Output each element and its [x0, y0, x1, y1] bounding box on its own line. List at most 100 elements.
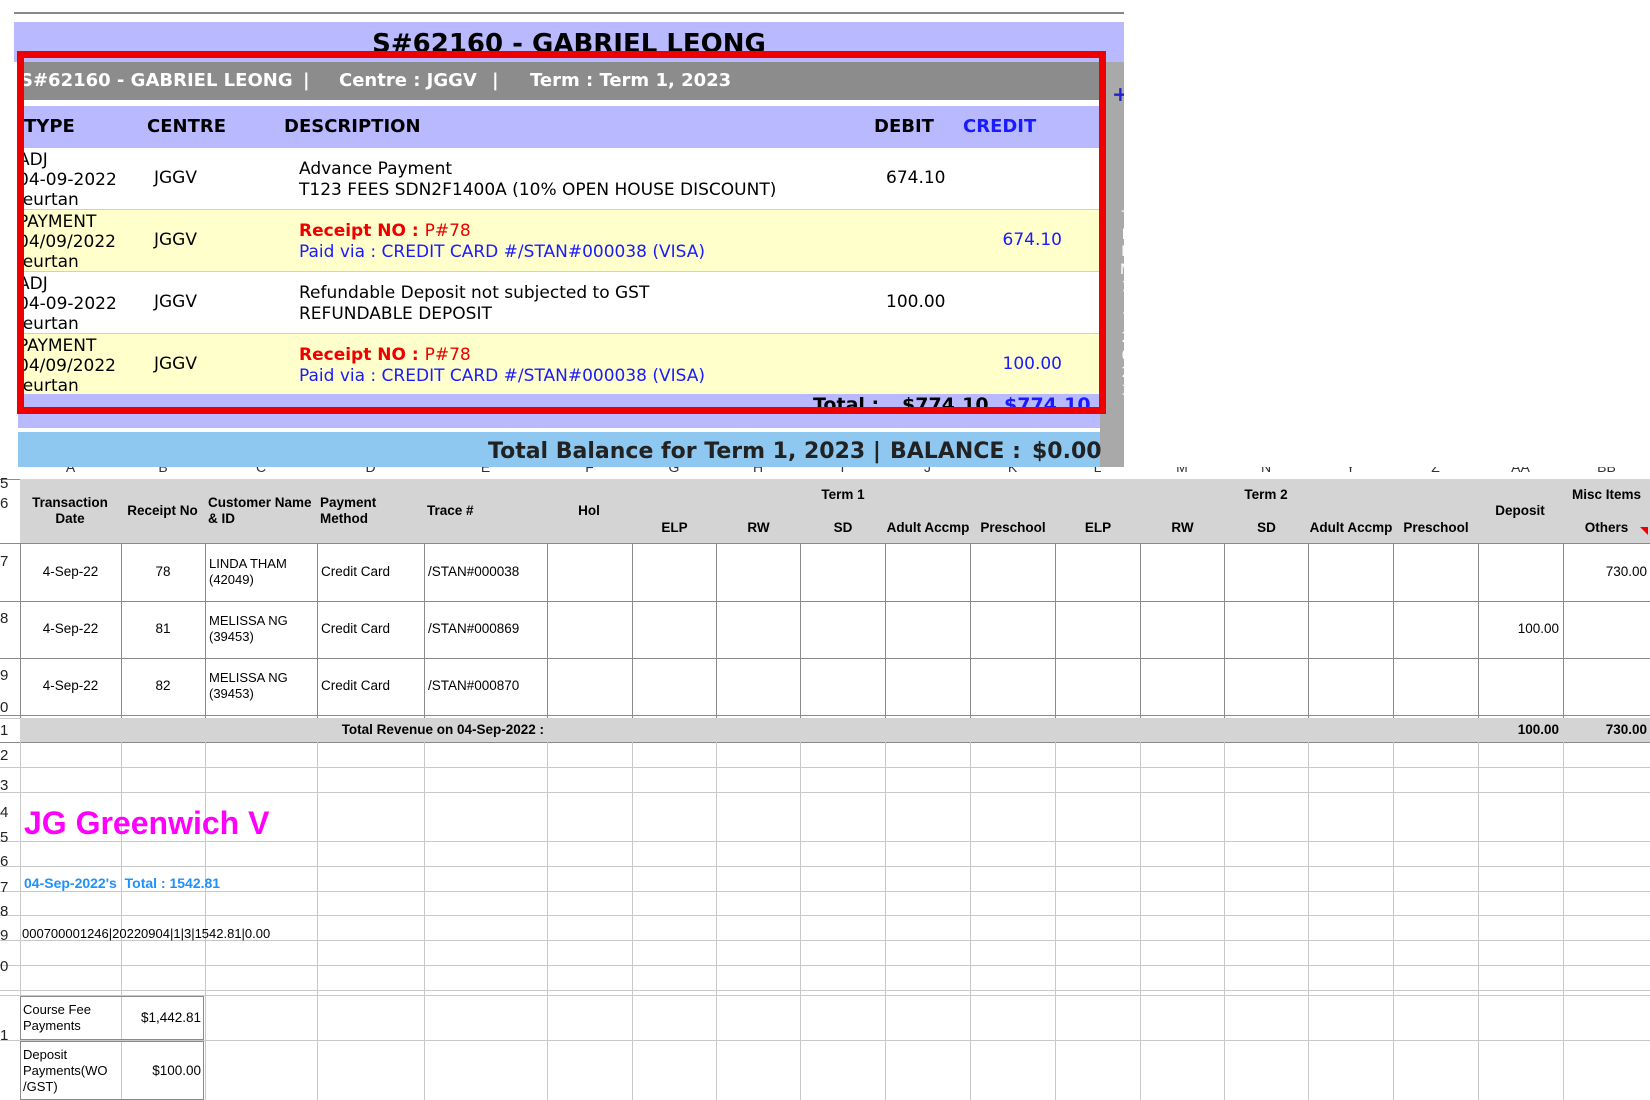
column-letter[interactable]: E [481, 467, 490, 475]
column-letter[interactable]: N [1261, 467, 1271, 475]
centre-title: JG Greenwich V [24, 805, 270, 841]
ledger-row: ADJ 04-09-2022 leurtan JGGV Advance Paym… [18, 148, 1100, 210]
row-centre: JGGV [154, 168, 197, 188]
row-type: ADJ 04-09-2022 leurtan [18, 150, 117, 210]
row-number[interactable]: 1 [0, 722, 14, 739]
info-bar: S#62160 - GABRIEL LEONG | Centre : JGGV … [18, 62, 1100, 100]
row-number[interactable]: 1 [0, 1027, 14, 1044]
column-letter[interactable]: I [841, 467, 845, 475]
hdr-hol: Hol [578, 503, 600, 518]
cell-customer[interactable]: LINDA THAM (42049) [206, 544, 316, 600]
column-letter[interactable]: L [1094, 467, 1102, 475]
hdr-customer: Customer Name & ID [208, 495, 312, 526]
row-number[interactable]: 2 [0, 747, 14, 764]
row-number[interactable]: 0 [0, 958, 14, 975]
paid-via: Paid via : CREDIT CARD #/STAN#000038 (VI… [299, 241, 706, 262]
cell-receipt[interactable]: 78 [122, 544, 204, 600]
balance-text: Total Balance for Term 1, 2023 | [488, 439, 881, 464]
ledger-row: PAYMENT 04/09/2022 leurtan JGGV Receipt … [18, 334, 1100, 396]
column-letter[interactable]: Z [1431, 467, 1440, 475]
summary-line: 04-Sep-2022's Total : 1542.81 [24, 875, 220, 891]
cell-deposit[interactable] [1479, 658, 1562, 714]
cell-receipt[interactable]: 81 [122, 601, 204, 657]
info-student: S#62160 - GABRIEL LEONG [20, 70, 293, 91]
summary-total: Total : 1542.81 [124, 875, 221, 891]
cell-receipt[interactable]: 82 [122, 658, 204, 714]
hdr-term1-rw: RW [747, 519, 770, 535]
hdr-term2-rw: RW [1171, 519, 1194, 535]
hdr-term2-adult-accmp: Adult Accmp [1309, 519, 1393, 535]
column-letter[interactable]: F [585, 467, 594, 475]
column-letter[interactable]: G [669, 467, 680, 475]
col-type: TYPE [24, 116, 75, 137]
cell-customer[interactable]: MELISSA NG (39453) [206, 601, 316, 657]
hdr-term1-sd: SD [833, 519, 853, 535]
row-number[interactable]: 6 [0, 853, 14, 870]
hdr-misc-items: Misc Items [1571, 487, 1642, 502]
row-number[interactable]: 9 [0, 667, 14, 684]
balance-row: Total Balance for Term 1, 2023 | BALANCE… [18, 432, 1102, 467]
column-letters: A B C D E F G H I J K L M N Y Z AA BB [0, 467, 1650, 477]
row-number[interactable]: 5 [0, 829, 14, 846]
cell-others[interactable]: 730.00 [1564, 544, 1650, 600]
row-number[interactable]: 8 [0, 903, 14, 920]
cell-trace[interactable]: /STAN#000870 [425, 658, 546, 714]
total-revenue-label: Total Revenue on 04-Sep-2022 : [341, 722, 544, 737]
column-letter[interactable]: A [66, 467, 75, 475]
receipt-link[interactable]: P#78 [425, 345, 471, 365]
column-letter[interactable]: AA [1511, 467, 1530, 475]
course-fee-label: Course Fee Payments [23, 1002, 91, 1033]
column-letter[interactable]: J [924, 467, 931, 475]
receipt-link[interactable]: P#78 [425, 221, 471, 241]
cell-trace[interactable]: /STAN#000869 [425, 601, 546, 657]
hdr-trace: Trace # [427, 503, 474, 518]
row-number[interactable]: 7 [0, 553, 14, 570]
row-description: Refundable Deposit not subjected to GST … [299, 283, 650, 324]
cell-trace[interactable]: /STAN#000038 [425, 544, 546, 600]
expand-plus-icon[interactable]: + [1112, 82, 1124, 106]
hdr-term2-sd: SD [1257, 519, 1276, 535]
cell-date[interactable]: 4-Sep-22 [21, 601, 120, 657]
column-letter[interactable]: H [753, 467, 763, 475]
row-number[interactable]: 5 [0, 475, 14, 492]
paid-via: Paid via : CREDIT CARD #/STAN#000038 (VI… [299, 365, 706, 386]
row-type: ADJ 04-09-2022 leurtan [18, 274, 117, 334]
column-letter[interactable]: Y [1346, 467, 1355, 475]
spreadsheet: A B C D E F G H I J K L M N Y Z AA BB 56789012345678901 T… [0, 467, 1650, 1100]
cell-others[interactable] [1564, 658, 1650, 714]
row-description: Advance Payment T123 FEES SDN2F1400A (10… [299, 159, 777, 200]
cell-payment-method[interactable]: Credit Card [318, 544, 423, 600]
row-number[interactable]: 8 [0, 610, 14, 627]
cell-date[interactable]: 4-Sep-22 [21, 658, 120, 714]
cell-others[interactable] [1564, 601, 1650, 657]
cell-payment-method[interactable]: Credit Card [318, 658, 423, 714]
column-letter[interactable]: BB [1597, 467, 1616, 475]
cell-deposit[interactable] [1479, 544, 1562, 600]
column-letter[interactable]: M [1176, 467, 1188, 475]
info-term: Term : Term 1, 2023 [530, 70, 732, 91]
row-number[interactable]: 6 [0, 495, 14, 512]
row-number[interactable]: 9 [0, 927, 14, 944]
column-letter[interactable]: K [1008, 467, 1017, 475]
total-deposit: 100.00 [1517, 722, 1559, 737]
row-number[interactable]: 7 [0, 879, 14, 896]
column-letter[interactable]: D [365, 467, 375, 475]
cell-date[interactable]: 4-Sep-22 [21, 544, 120, 600]
row-number[interactable]: 3 [0, 777, 14, 794]
ledger-total-row: Total : $774.10 $774.10 [18, 394, 1100, 428]
cell-payment-method[interactable]: Credit Card [318, 601, 423, 657]
row-type: PAYMENT 04/09/2022 leurtan [18, 336, 116, 396]
column-letter[interactable]: C [256, 467, 266, 475]
column-letter[interactable]: B [158, 467, 167, 475]
hdr-term1-elp: ELP [661, 519, 688, 535]
hdr-receipt-no: Receipt No [127, 503, 198, 518]
balance-value: $0.00 [1032, 439, 1102, 464]
hdr-term2-elp: ELP [1084, 519, 1112, 535]
account-title: S#62160 - GABRIEL LEONG [14, 22, 1124, 62]
row-number[interactable]: 4 [0, 804, 14, 821]
hdr-term1: Term 1 [821, 487, 865, 502]
cell-deposit[interactable]: 100.00 [1479, 601, 1562, 657]
row-centre: JGGV [154, 354, 197, 374]
cell-customer[interactable]: MELISSA NG (39453) [206, 658, 316, 714]
row-number[interactable]: 0 [0, 699, 14, 716]
